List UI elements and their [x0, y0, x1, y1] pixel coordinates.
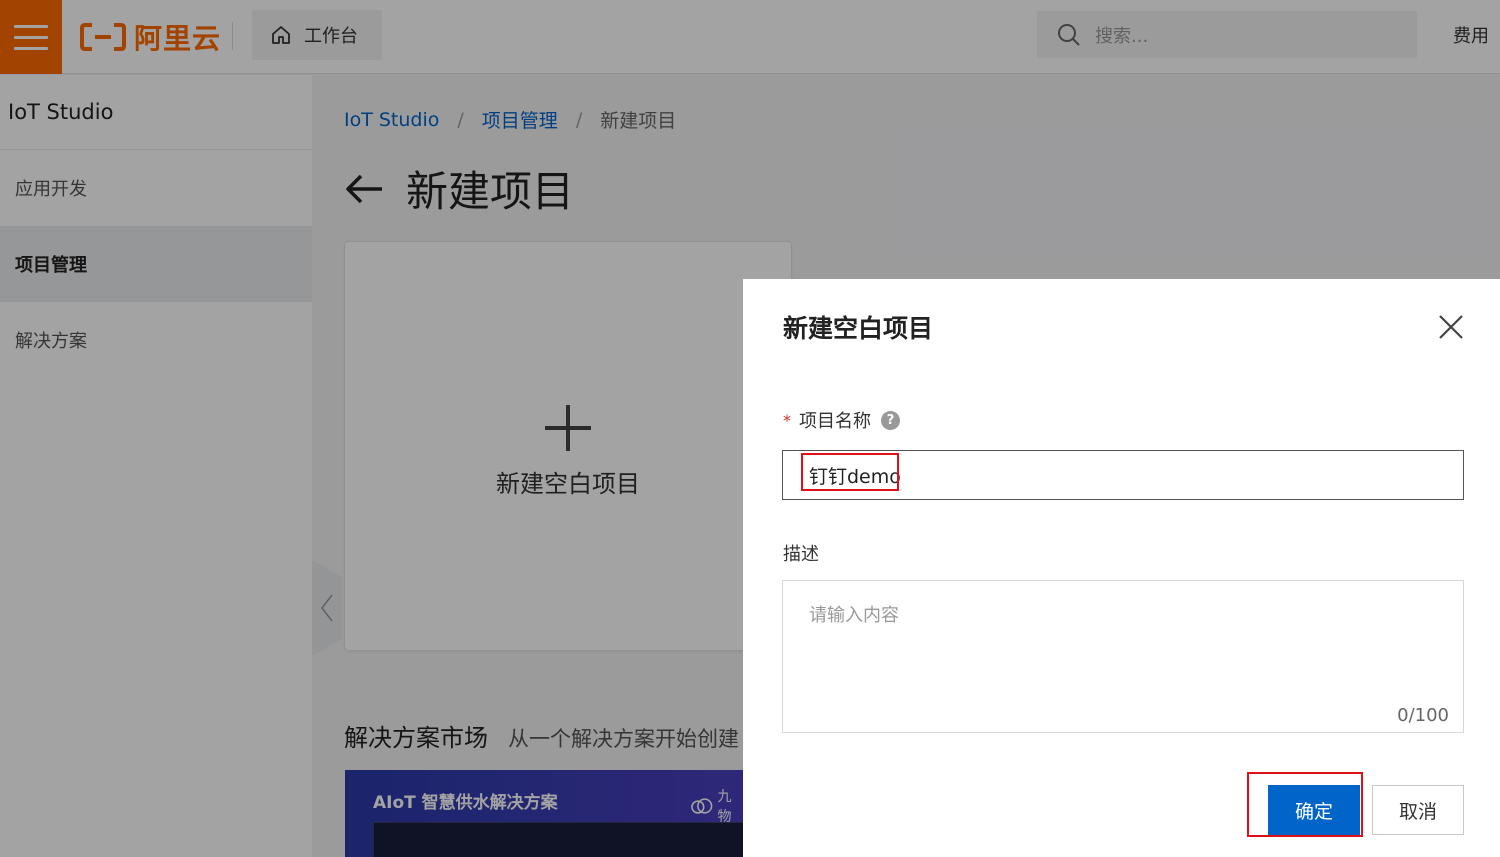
project-name-label-text: 项目名称 — [799, 411, 871, 432]
help-icon[interactable]: ? — [881, 410, 900, 430]
required-mark: * — [783, 410, 791, 430]
project-name-label: * 项目名称 ? — [783, 407, 900, 433]
close-icon[interactable] — [1436, 312, 1466, 342]
description-char-counter: 0/100 — [1397, 705, 1449, 726]
confirm-button[interactable]: 确定 — [1268, 785, 1360, 835]
cancel-button[interactable]: 取消 — [1372, 785, 1464, 835]
new-blank-project-dialog: 新建空白项目 * 项目名称 ? 钉钉demo 描述 请输入内容 0/100 确定… — [743, 279, 1500, 857]
description-placeholder: 请输入内容 — [809, 605, 899, 626]
description-textarea[interactable]: 请输入内容 0/100 — [782, 580, 1464, 733]
description-label: 描述 — [783, 544, 819, 565]
project-name-input[interactable]: 钉钉demo — [782, 450, 1464, 500]
dialog-title: 新建空白项目 — [783, 314, 934, 343]
